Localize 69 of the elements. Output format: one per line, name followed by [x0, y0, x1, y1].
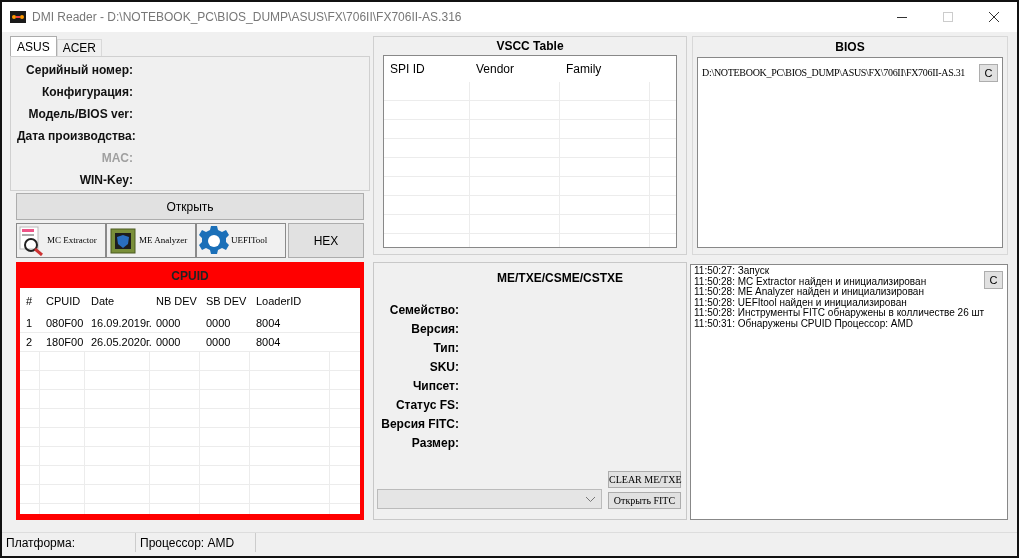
field-label: Семейство: — [388, 302, 459, 317]
open-fitc-button[interactable]: Открыть FITC — [608, 492, 681, 509]
field-label: Серийный номер: — [25, 62, 133, 78]
column-header[interactable]: Family — [560, 60, 650, 78]
field-label: SKU: — [428, 359, 459, 374]
field-label: Конфигурация: — [40, 84, 133, 100]
table-cell-text: 16.09.2019г. — [90, 315, 150, 331]
open-button[interactable]: Открыть — [16, 193, 364, 220]
table-cell-text: 8004 — [255, 315, 282, 331]
tool-button[interactable]: ME Analyzer — [106, 223, 196, 258]
field-label: Размер: — [410, 435, 459, 450]
table-cell-text: 0000 — [205, 315, 232, 331]
column-header[interactable]: # — [20, 292, 40, 310]
tab[interactable]: ASUS — [10, 36, 57, 56]
status-text: Процессор: AMD — [136, 533, 256, 552]
column-header[interactable]: NB DEV — [150, 292, 200, 310]
gear-icon — [198, 224, 230, 257]
close-icon — [989, 12, 999, 22]
table-cell-text: 1 — [25, 315, 34, 331]
table-cell-text: 0000 — [155, 315, 182, 331]
column-header[interactable]: SPI ID — [384, 60, 470, 78]
field-label: Статус FS: — [394, 397, 459, 412]
clear-button[interactable]: CLEAR ME/TXE — [608, 471, 681, 488]
panel-title: ME/TXE/CSME/CSTXE — [496, 270, 624, 287]
tab[interactable]: ACER — [56, 39, 103, 56]
log-line: 11:50:31: Обнаружены CPUID Процессор: AMD — [694, 318, 914, 329]
log-field[interactable] — [690, 264, 1008, 520]
hex-button[interactable]: HEX — [288, 223, 364, 258]
panel-title: VSCC Table — [495, 38, 565, 55]
log-line: 11:50:28: UEFItool найден и инициализирован — [694, 297, 907, 308]
field-label: Тип: — [432, 340, 459, 355]
field-label: MAC: — [100, 150, 133, 166]
field-label: Версия FITC: — [380, 416, 459, 431]
field-label: Модель/BIOS ver: — [27, 106, 133, 122]
file-path: D:\NOTEBOOK_PC\BIOS_DUMP\ASUS\FX\706II\FX706II-AS.31 — [702, 66, 966, 80]
table-cell-text: 0000 — [205, 334, 232, 350]
log-line: 11:50:27: Запуск — [694, 266, 770, 277]
field-label: WIN-Key: — [78, 172, 133, 188]
shield-chip-icon — [108, 225, 138, 256]
status-text: Платформа: — [2, 533, 136, 552]
column-header[interactable]: SB DEV — [200, 292, 250, 310]
dropdown[interactable] — [377, 489, 602, 509]
magnifier-icon — [18, 225, 46, 256]
log-line: 11:50:28: Инструменты FITC обнаружены в колличестве 26 шт — [694, 308, 985, 319]
column-header[interactable]: CPUID — [40, 292, 85, 310]
field-label: Дата производства: — [17, 128, 133, 144]
table-cell-text: 8004 — [255, 334, 282, 350]
table-cell-text: 0000 — [155, 334, 182, 350]
field-label: Чипсет: — [411, 378, 459, 393]
log-line: 11:50:28: MC Extractor найден и инициализирован — [694, 276, 927, 287]
table-cell-text: 26.05.2020г. — [90, 334, 150, 350]
log-line: 11:50:28: ME Analyzer найден и инициализирован — [694, 287, 924, 298]
column-header[interactable]: LoaderID — [250, 292, 330, 310]
panel-title: BIOS — [834, 39, 866, 56]
table-cell-text: 080F00 — [45, 315, 85, 331]
app-icon — [10, 11, 26, 23]
tool-button[interactable]: MC Extractor — [16, 223, 106, 258]
column-header[interactable]: Date — [85, 292, 150, 310]
window-title: DMI Reader - D:\NOTEBOOK_PC\BIOS_DUMP\ASUS\FX\706II\FX706II-AS.316 — [32, 9, 462, 26]
column-header[interactable]: Vendor — [470, 60, 560, 78]
panel-title: CPUID — [170, 268, 210, 285]
bios-path-field[interactable]: D:\NOTEBOOK_PC\BIOS_DUMP\ASUS\FX\706II\FX706II-AS.31 C — [697, 57, 1003, 248]
table-cell-text: 2 — [25, 334, 34, 350]
clear-button[interactable]: C — [979, 64, 998, 82]
chevron-icon — [586, 496, 595, 502]
table-cell-text: 180F00 — [45, 334, 85, 350]
tool-button[interactable]: UEFITool — [196, 223, 286, 258]
field-label: Версия: — [410, 321, 459, 336]
clear-button[interactable]: C — [984, 271, 1003, 289]
